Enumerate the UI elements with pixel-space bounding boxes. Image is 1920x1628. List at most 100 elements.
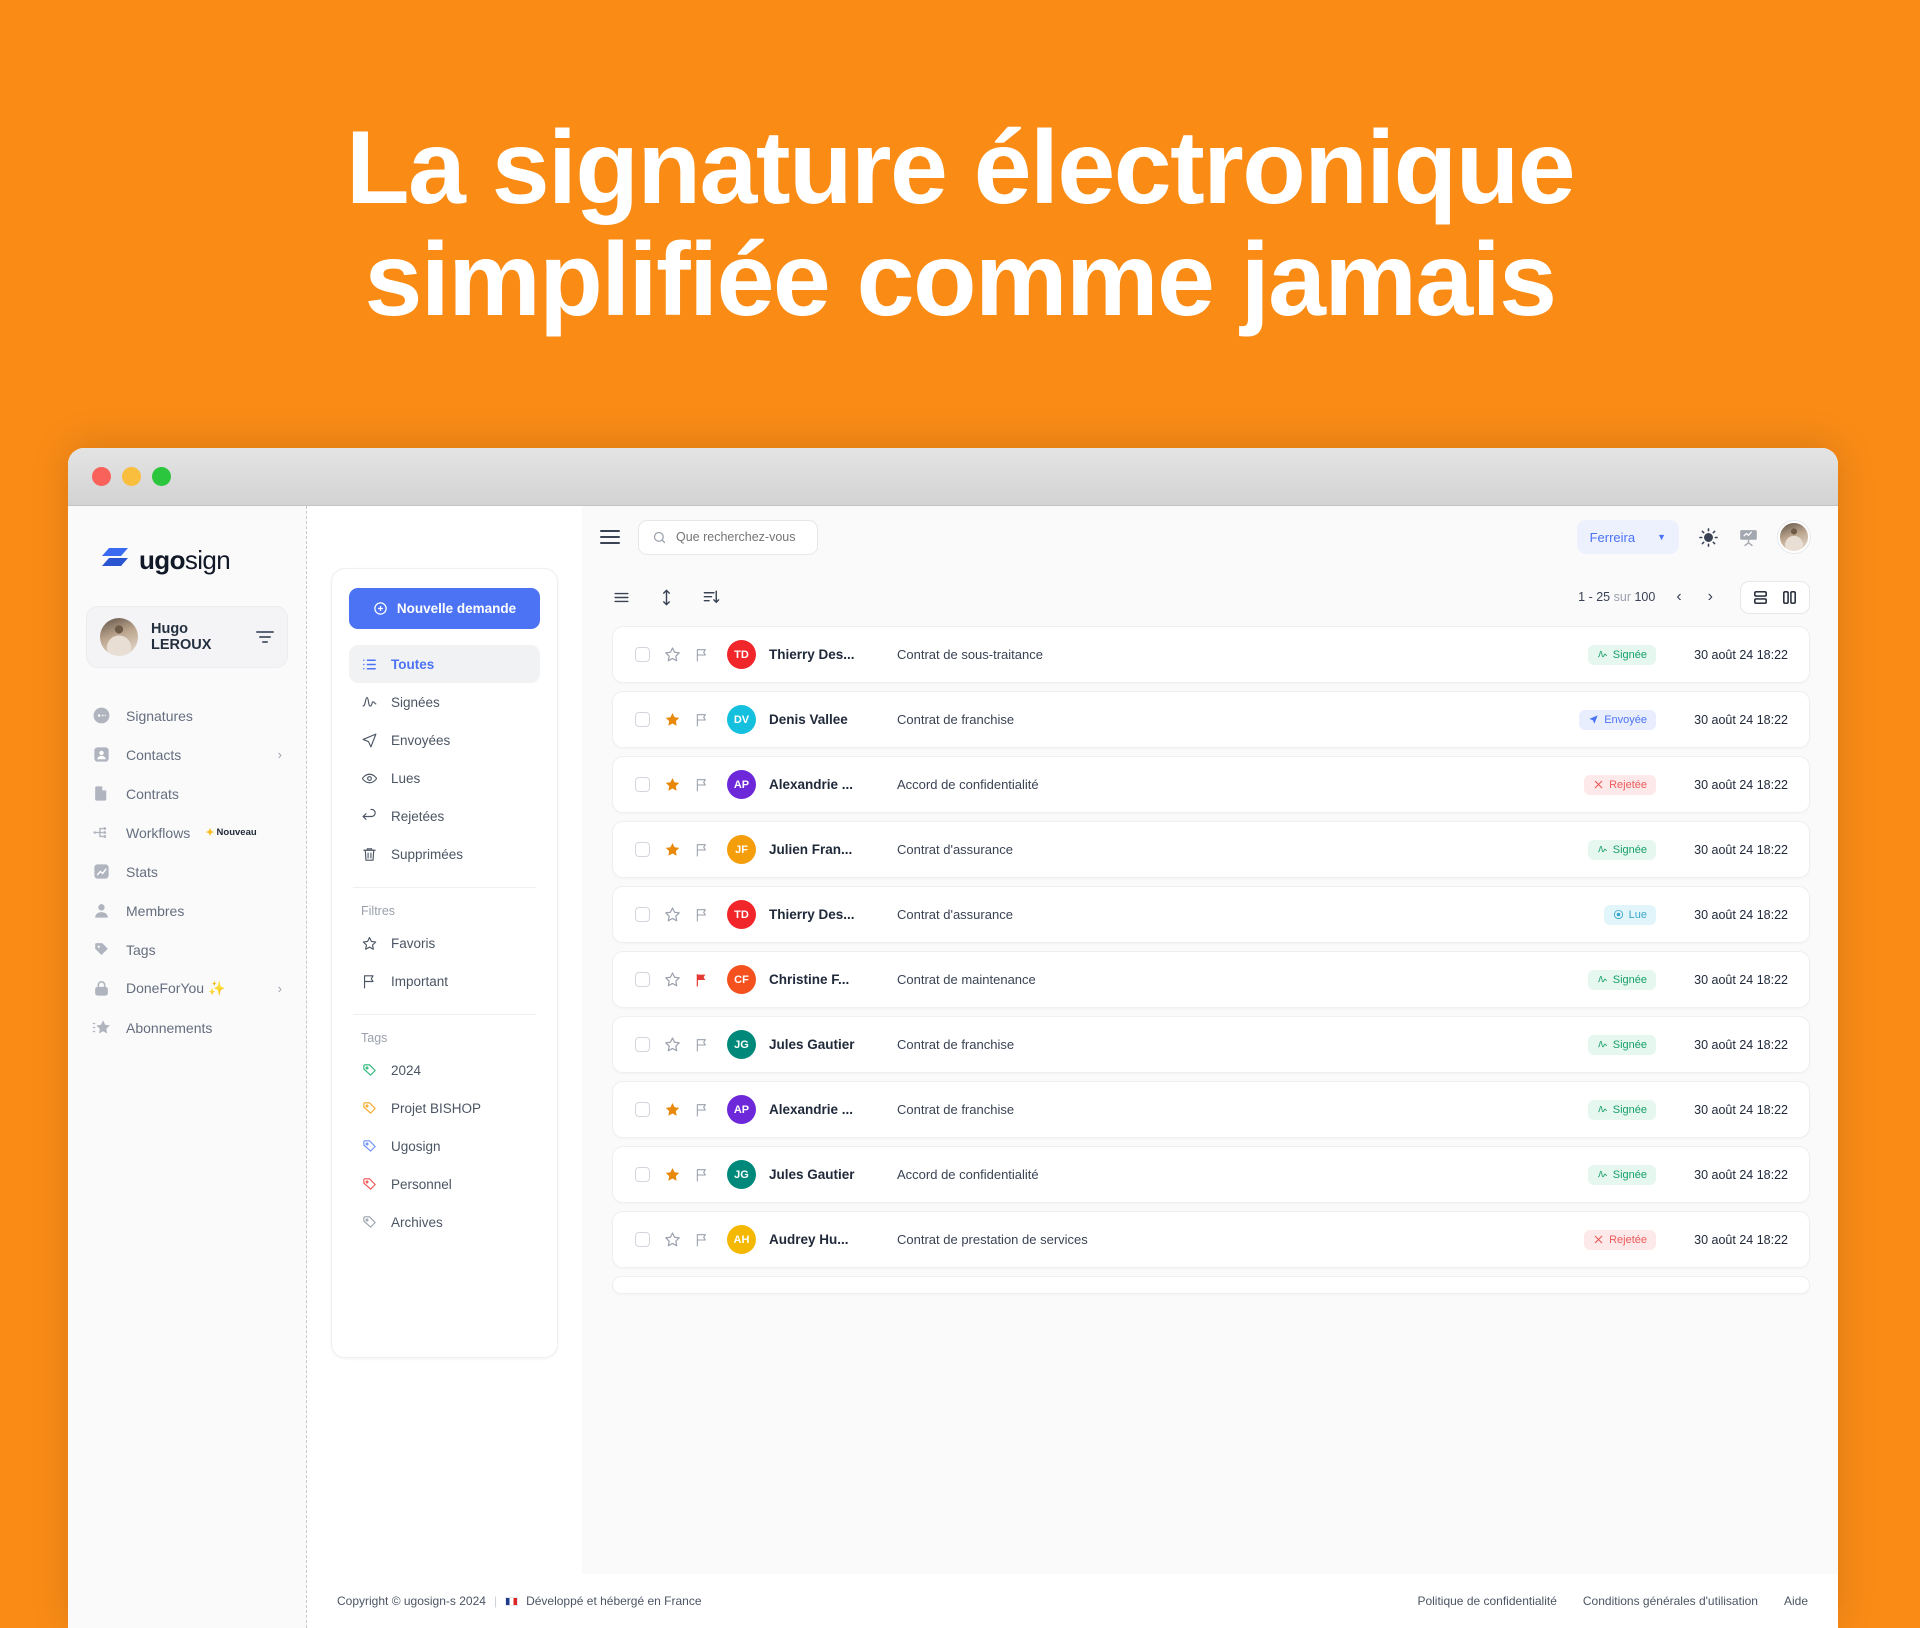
row-star-toggle[interactable]	[664, 1231, 681, 1248]
row-contact-name: Jules Gautier	[769, 1167, 855, 1182]
row-checkbox[interactable]	[635, 712, 650, 727]
window-close-button[interactable]	[92, 467, 111, 486]
pagination-prev-button[interactable]: ‹	[1671, 589, 1686, 605]
row-flag-toggle[interactable]	[694, 1037, 710, 1053]
sort-updown-icon[interactable]	[657, 588, 676, 607]
row-star-toggle[interactable]	[664, 711, 681, 728]
row-flag-toggle[interactable]	[694, 1232, 710, 1248]
filter-item-lues[interactable]: Lues	[349, 759, 540, 797]
sun-icon[interactable]	[1698, 527, 1719, 548]
row-avatar-initials: TD	[727, 900, 756, 929]
sidebar-badge-nouveau: ✦ Nouveau	[205, 827, 257, 839]
sidebar-item-signatures[interactable]: Signatures	[86, 696, 288, 735]
row-checkbox[interactable]	[635, 777, 650, 792]
filter-item-toutes[interactable]: Toutes	[349, 645, 540, 683]
row-star-toggle[interactable]	[664, 776, 681, 793]
user-account-card[interactable]: Hugo LEROUX	[86, 606, 288, 668]
row-star-toggle[interactable]	[664, 1166, 681, 1183]
footer-link-terms[interactable]: Conditions générales d'utilisation	[1583, 1594, 1758, 1608]
sidebar-item-membres[interactable]: Membres	[86, 891, 288, 930]
row-star-toggle[interactable]	[664, 1101, 681, 1118]
row-star-toggle[interactable]	[664, 906, 681, 923]
filter-item-signees[interactable]: Signées	[349, 683, 540, 721]
sort-desc-icon[interactable]	[702, 588, 721, 607]
row-flag-toggle[interactable]	[694, 647, 710, 663]
row-flag-toggle[interactable]	[694, 907, 710, 923]
row-checkbox[interactable]	[635, 1232, 650, 1247]
table-row[interactable]: CF Christine F... Contrat de maintenance Si…	[612, 951, 1810, 1008]
tag-item-personnel[interactable]: Personnel	[349, 1165, 540, 1203]
app-logo[interactable]: ugosign	[86, 528, 288, 584]
row-checkbox[interactable]	[635, 972, 650, 987]
footer-link-help[interactable]: Aide	[1784, 1594, 1808, 1608]
organization-select[interactable]: Ferreira ▼	[1576, 520, 1679, 554]
sidebar-item-contacts[interactable]: Contacts ›	[86, 735, 288, 774]
list-view-icon[interactable]	[612, 588, 631, 607]
window-zoom-button[interactable]	[152, 467, 171, 486]
row-star-toggle[interactable]	[664, 841, 681, 858]
filter-item-important[interactable]: Important	[349, 962, 540, 1000]
tag-list: 2024 Projet BISHOP Ugosign Personnel Arc…	[349, 1051, 540, 1241]
search-box[interactable]	[638, 519, 818, 555]
table-row[interactable]: AP Alexandrie ... Accord de confidentialit…	[612, 756, 1810, 813]
sidebar-filter-icon[interactable]	[256, 628, 274, 646]
row-checkbox[interactable]	[635, 907, 650, 922]
filter-item-supprimees[interactable]: Supprimées	[349, 835, 540, 873]
sidebar-item-contrats[interactable]: Contrats	[86, 774, 288, 813]
tag-item-ugosign[interactable]: Ugosign	[349, 1127, 540, 1165]
filter-item-envoyees[interactable]: Envoyées	[349, 721, 540, 759]
sidebar-item-abonnements[interactable]: Abonnements	[86, 1008, 288, 1047]
table-row[interactable]: JG Jules Gautier Accord de confidentialité…	[612, 1146, 1810, 1203]
row-document-title: Contrat de franchise	[897, 712, 1015, 727]
sidebar-item-stats[interactable]: Stats	[86, 852, 288, 891]
row-flag-toggle[interactable]	[694, 1167, 710, 1183]
row-checkbox[interactable]	[635, 842, 650, 857]
sidebar-item-tags[interactable]: Tags	[86, 930, 288, 969]
row-avatar-initials: CF	[727, 965, 756, 994]
row-checkbox[interactable]	[635, 1037, 650, 1052]
menu-toggle-icon[interactable]	[600, 526, 620, 548]
row-flag-toggle[interactable]	[694, 1102, 710, 1118]
table-row[interactable]: JF Julien Fran... Contrat d'assurance Signé…	[612, 821, 1810, 878]
row-avatar-initials: TD	[727, 640, 756, 669]
sidebar-item-workflows[interactable]: Workflows ✦ Nouveau	[86, 813, 288, 852]
new-request-button[interactable]: Nouvelle demande	[349, 588, 540, 629]
table-row-partial[interactable]	[612, 1276, 1810, 1294]
row-star-toggle[interactable]	[664, 971, 681, 988]
columns-view-icon[interactable]	[1781, 589, 1798, 606]
window-minimize-button[interactable]	[122, 467, 141, 486]
app-body: ugosign Hugo LEROUX Signatures Contacts …	[68, 506, 1838, 1628]
row-checkbox[interactable]	[635, 647, 650, 662]
search-input[interactable]	[676, 530, 804, 544]
table-row[interactable]: TD Thierry Des... Contrat de sous-traitanc…	[612, 626, 1810, 683]
pagination-next-button[interactable]: ›	[1703, 589, 1718, 605]
row-flag-toggle[interactable]	[694, 972, 710, 988]
filter-item-favoris[interactable]: Favoris	[349, 924, 540, 962]
table-row[interactable]: JG Jules Gautier Contrat de franchise Signé…	[612, 1016, 1810, 1073]
table-row[interactable]: TD Thierry Des... Contrat d'assurance Lue 30…	[612, 886, 1810, 943]
row-flag-toggle[interactable]	[694, 842, 710, 858]
row-flag-toggle[interactable]	[694, 712, 710, 728]
tag-item-2024[interactable]: 2024	[349, 1051, 540, 1089]
row-star-toggle[interactable]	[664, 646, 681, 663]
rows-view-icon[interactable]	[1752, 589, 1769, 606]
tag-item-archives[interactable]: Archives	[349, 1203, 540, 1241]
row-star-toggle[interactable]	[664, 1036, 681, 1053]
table-row[interactable]: AH Audrey Hu... Contrat de prestation de s…	[612, 1211, 1810, 1268]
footer-link-privacy[interactable]: Politique de confidentialité	[1417, 1594, 1556, 1608]
table-row[interactable]: DV Denis Vallee Contrat de franchise Envoyé…	[612, 691, 1810, 748]
sidebar-item-doneforyou[interactable]: DoneForYou ✨ ›	[86, 969, 288, 1008]
chevron-down-icon: ▼	[1657, 532, 1666, 542]
user-avatar-topbar[interactable]	[1778, 521, 1810, 553]
row-status-badge: Signée	[1587, 969, 1656, 990]
presentation-icon[interactable]	[1738, 527, 1759, 548]
view-mode-toggle	[1740, 580, 1810, 614]
table-row[interactable]: AP Alexandrie ... Contrat de franchise Sign…	[612, 1081, 1810, 1138]
row-flag-toggle[interactable]	[694, 777, 710, 793]
row-checkbox[interactable]	[635, 1102, 650, 1117]
row-checkbox[interactable]	[635, 1167, 650, 1182]
tag-item-projet-bishop[interactable]: Projet BISHOP	[349, 1089, 540, 1127]
filter-item-rejetees[interactable]: Rejetées	[349, 797, 540, 835]
row-status-badge: Envoyée	[1579, 709, 1656, 730]
contact-card-icon	[92, 745, 111, 764]
